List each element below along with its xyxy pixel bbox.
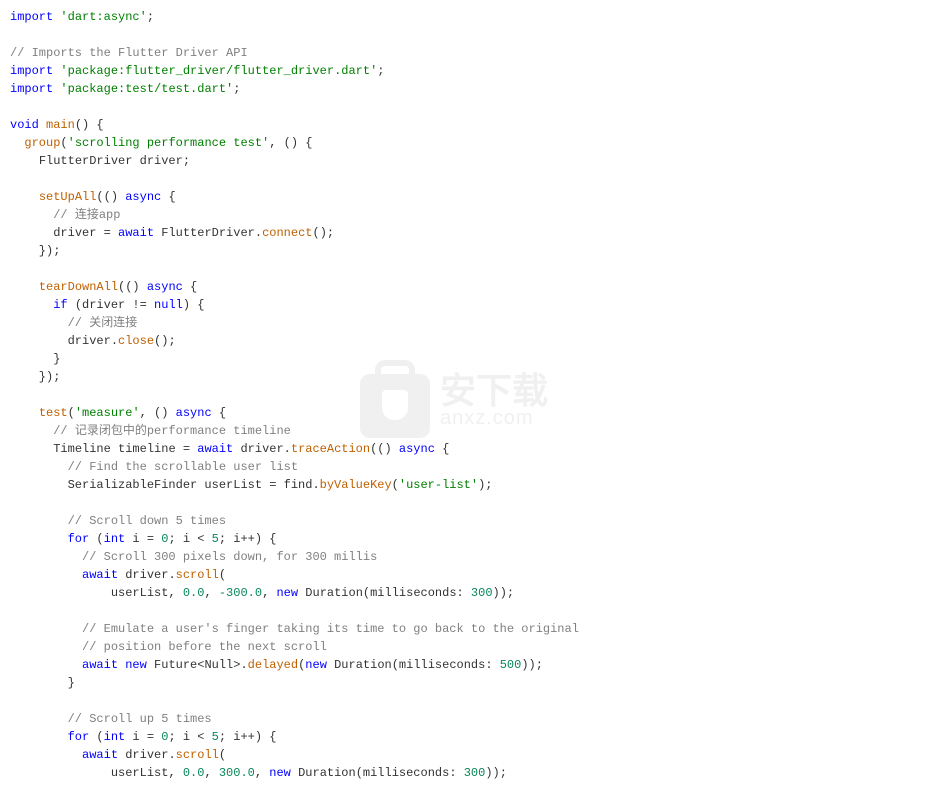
txt: ; i <	[168, 532, 211, 546]
kw-async: async	[399, 442, 435, 456]
fn-byvaluekey: byValueKey	[320, 478, 392, 492]
kw-int: int	[104, 532, 126, 546]
txt: driver.	[68, 334, 118, 348]
kw-async: async	[125, 190, 161, 204]
num: 300	[471, 586, 493, 600]
kw-async: async	[176, 406, 212, 420]
txt: ; i++) {	[219, 532, 277, 546]
fn-traceaction: traceAction	[291, 442, 370, 456]
kw-import: import	[10, 82, 53, 96]
txt: Timeline timeline =	[53, 442, 197, 456]
kw-import: import	[10, 64, 53, 78]
kw-for: for	[68, 532, 90, 546]
txt: Duration(milliseconds:	[327, 658, 500, 672]
fn-teardownall: tearDownAll	[39, 280, 118, 294]
txt: i =	[125, 532, 161, 546]
txt: (driver !=	[68, 298, 154, 312]
kw-null: null	[154, 298, 183, 312]
str: 'package:flutter_driver/flutter_driver.d…	[60, 64, 377, 78]
str: 'measure'	[75, 406, 140, 420]
fn-close: close	[118, 334, 154, 348]
txt: FlutterDriver.	[154, 226, 262, 240]
kw-await: await	[197, 442, 233, 456]
txt: userList,	[111, 586, 183, 600]
comment: // 连接app	[53, 208, 120, 222]
txt: driver.	[118, 568, 176, 582]
txt: Duration(milliseconds:	[291, 766, 464, 780]
kw-new: new	[125, 658, 147, 672]
fn-group: group	[24, 136, 60, 150]
fn-scroll: scroll	[176, 748, 219, 762]
kw-int: int	[104, 730, 126, 744]
kw-await: await	[82, 658, 118, 672]
txt: (	[89, 532, 103, 546]
txt: ,	[262, 586, 276, 600]
comment: // Scroll 300 pixels down, for 300 milli…	[82, 550, 377, 564]
txt: driver.	[118, 748, 176, 762]
num: 300	[464, 766, 486, 780]
num: 300.0	[219, 766, 255, 780]
str: 'user-list'	[399, 478, 478, 492]
txt: driver =	[53, 226, 118, 240]
comment: // Find the scrollable user list	[68, 460, 298, 474]
fn-delayed: delayed	[248, 658, 298, 672]
comment: // 关闭连接	[68, 316, 138, 330]
comment: // Scroll down 5 times	[68, 514, 226, 528]
comment: // Emulate a user's finger taking its ti…	[82, 622, 579, 636]
num: 500	[500, 658, 522, 672]
fn-connect: connect	[262, 226, 312, 240]
fn-scroll: scroll	[176, 568, 219, 582]
comment: // Scroll up 5 times	[68, 712, 212, 726]
txt: driver.	[233, 442, 291, 456]
num: 5	[212, 532, 219, 546]
kw-for: for	[68, 730, 90, 744]
str: 'scrolling performance test'	[68, 136, 270, 150]
kw-if: if	[53, 298, 67, 312]
comment: // Imports the Flutter Driver API	[10, 46, 248, 60]
kw-new: new	[305, 658, 327, 672]
txt: userList,	[111, 766, 183, 780]
kw-import: import	[10, 10, 53, 24]
txt: Future<Null>.	[147, 658, 248, 672]
kw-new: new	[276, 586, 298, 600]
num: -300.0	[219, 586, 262, 600]
kw-await: await	[82, 748, 118, 762]
kw-new: new	[269, 766, 291, 780]
kw-await: await	[82, 568, 118, 582]
comment: // position before the next scroll	[82, 640, 327, 654]
num: 0.0	[183, 766, 205, 780]
fn-main: main	[46, 118, 75, 132]
txt: ,	[204, 586, 218, 600]
num: 5	[212, 730, 219, 744]
num: 0	[161, 730, 168, 744]
kw-await: await	[118, 226, 154, 240]
num: 0.0	[183, 586, 205, 600]
str: 'dart:async'	[60, 10, 146, 24]
str: 'package:test/test.dart'	[60, 82, 233, 96]
decl: FlutterDriver driver;	[39, 154, 190, 168]
fn-setupall: setUpAll	[39, 190, 97, 204]
kw-async: async	[147, 280, 183, 294]
txt: Duration(milliseconds:	[298, 586, 471, 600]
fn-test: test	[39, 406, 68, 420]
comment: // 记录闭包中的performance timeline	[53, 424, 291, 438]
txt: SerializableFinder userList = find.	[68, 478, 320, 492]
kw-void: void	[10, 118, 39, 132]
code-block: import 'dart:async'; // Imports the Flut…	[10, 8, 935, 782]
